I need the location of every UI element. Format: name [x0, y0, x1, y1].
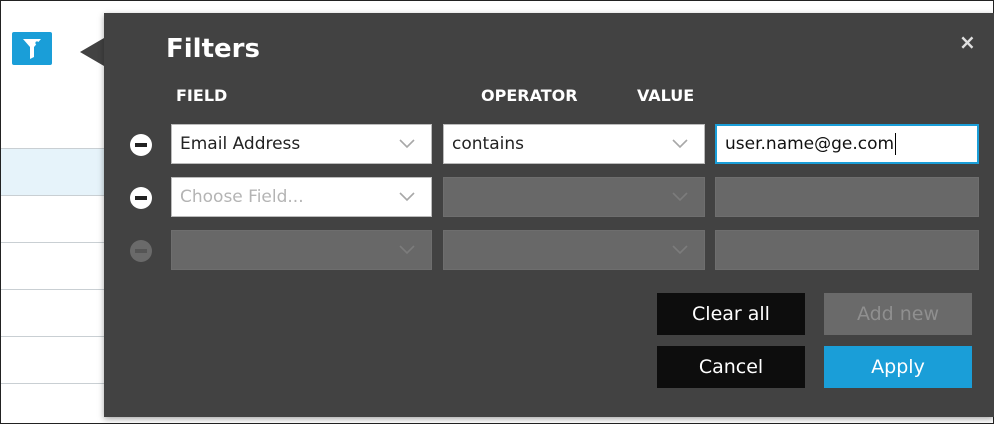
field-select-row-1-value: Email Address — [180, 134, 301, 154]
remove-filter-row-2-icon[interactable] — [130, 187, 152, 209]
table-row[interactable] — [1, 242, 111, 290]
panel-pointer-arrow — [80, 38, 104, 66]
remove-filter-row-1-icon[interactable] — [130, 134, 152, 156]
field-select-row-2[interactable]: Choose Field... — [171, 177, 432, 217]
add-new-button: Add new — [824, 293, 972, 335]
cancel-button[interactable]: Cancel — [657, 346, 805, 388]
field-select-row-2-placeholder: Choose Field... — [180, 187, 304, 207]
text-caret — [895, 133, 897, 155]
chevron-down-icon — [672, 192, 688, 202]
filter-toggle-button[interactable] — [12, 32, 52, 65]
value-input-row-1-text: user.name@ge.com — [725, 134, 895, 154]
field-column-header: FIELD — [176, 86, 228, 105]
clear-all-button[interactable]: Clear all — [657, 293, 805, 335]
panel-title: Filters — [166, 34, 260, 64]
operator-select-row-1[interactable]: contains — [443, 124, 705, 164]
remove-filter-row-3-icon — [130, 240, 152, 262]
field-select-row-1[interactable]: Email Address — [171, 124, 432, 164]
chevron-down-icon — [399, 245, 415, 255]
value-column-header: VALUE — [637, 86, 695, 105]
chevron-down-icon — [399, 192, 415, 202]
operator-select-row-1-value: contains — [452, 134, 524, 154]
chevron-down-icon — [672, 245, 688, 255]
table-row[interactable] — [1, 289, 111, 337]
table-row[interactable] — [1, 383, 111, 424]
table-row[interactable] — [1, 195, 111, 243]
operator-column-header: OPERATOR — [481, 86, 578, 105]
filter-icon — [23, 39, 41, 59]
field-select-row-3 — [171, 230, 432, 270]
close-icon[interactable]: × — [959, 30, 976, 54]
table-row-selected[interactable] — [1, 149, 111, 195]
operator-select-row-2 — [443, 177, 705, 217]
filters-panel: Filters × FIELD OPERATOR VALUE Email Add… — [104, 13, 994, 417]
chevron-down-icon — [399, 139, 415, 149]
value-input-row-1[interactable]: user.name@ge.com — [715, 124, 979, 164]
value-input-row-3 — [715, 230, 979, 270]
table-row[interactable] — [1, 336, 111, 384]
apply-button[interactable]: Apply — [824, 346, 972, 388]
operator-select-row-3 — [443, 230, 705, 270]
chevron-down-icon — [672, 139, 688, 149]
value-input-row-2 — [715, 177, 979, 217]
